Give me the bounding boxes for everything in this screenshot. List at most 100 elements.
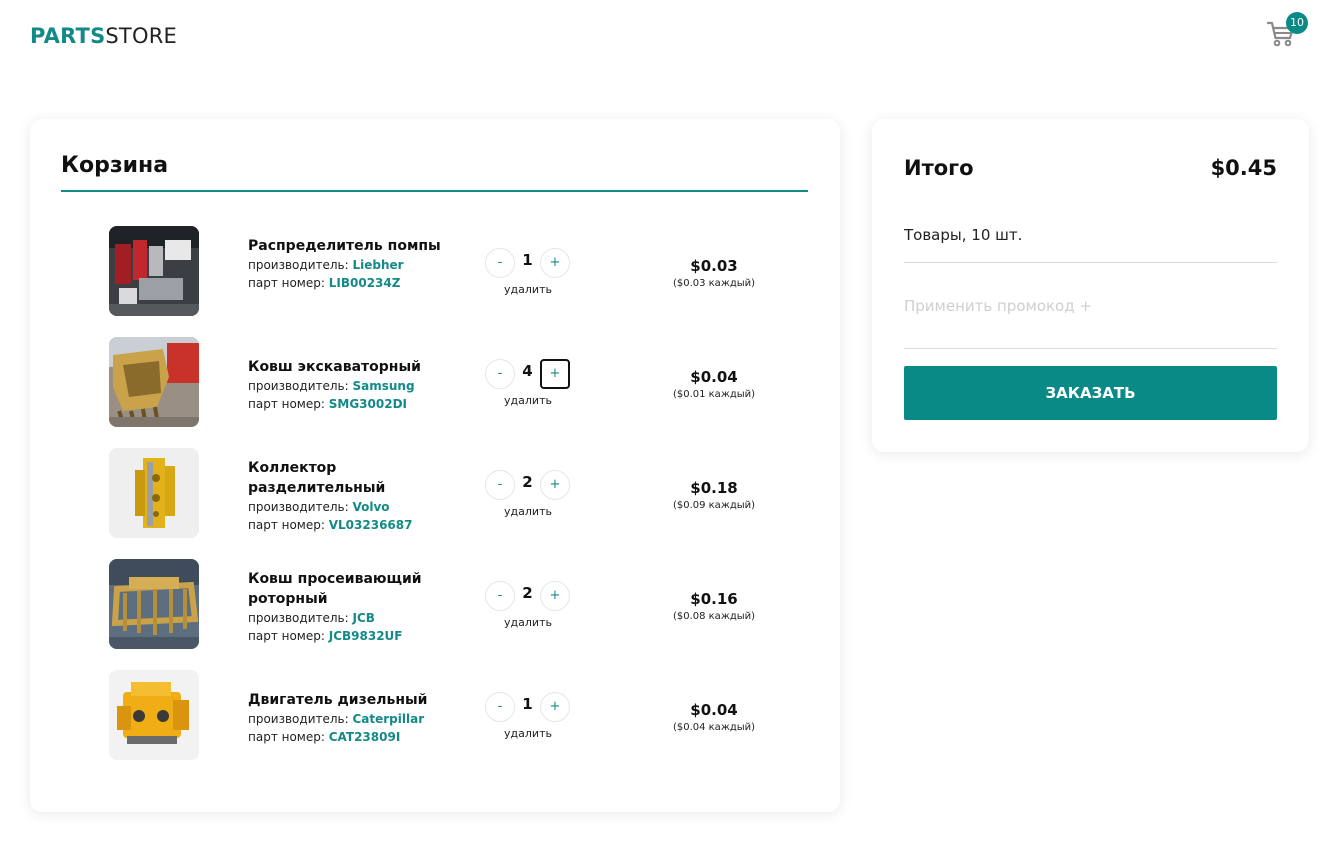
item-price: $0.04 ($0.01 каждый) [654, 367, 774, 403]
increase-quantity-button[interactable]: + [540, 470, 570, 500]
increase-quantity-button[interactable]: + [540, 359, 570, 389]
quantity-stepper: - 2 + удалить [484, 470, 572, 530]
place-order-button[interactable]: ЗАКАЗАТЬ [904, 366, 1277, 420]
item-unit-price: ($0.09 каждый) [672, 500, 756, 511]
increase-quantity-button[interactable]: + [540, 692, 570, 722]
manufacturer-label: производитель: [248, 379, 349, 393]
manufacturer-value: Samsung [352, 379, 415, 393]
header: PARTSSTORE 10 [0, 0, 1341, 74]
manufacturer-value: Liebher [352, 258, 404, 272]
decrease-quantity-button[interactable]: - [485, 359, 515, 389]
product-info: Коллектор разделительный производитель: … [248, 458, 468, 534]
quantity-stepper: - 2 + удалить [484, 581, 572, 641]
cart-title-divider [61, 190, 808, 192]
cart-item: Двигатель дизельный производитель: Cater… [30, 670, 840, 762]
part-number-label: парт номер: [248, 629, 325, 643]
item-total-price: $0.16 [690, 590, 738, 608]
part-number-value: CAT23809I [328, 730, 401, 744]
item-unit-price: ($0.04 каждый) [672, 722, 756, 733]
part-number-row: парт номер: JCB9832UF [248, 627, 468, 645]
product-info: Двигатель дизельный производитель: Cater… [248, 690, 468, 746]
product-info: Распределитель помпы производитель: Lieb… [248, 236, 468, 292]
logo-accent: PARTS [30, 24, 106, 48]
quantity-value: 1 [522, 695, 533, 713]
part-number-label: парт номер: [248, 518, 325, 532]
remove-item-link[interactable]: удалить [484, 394, 572, 407]
manufacturer-value: Caterpillar [352, 712, 425, 726]
remove-item-link[interactable]: удалить [484, 505, 572, 518]
summary-total: $0.45 [1210, 156, 1277, 180]
part-number-value: JCB9832UF [328, 629, 403, 643]
cart-item: Коллектор разделительный производитель: … [30, 448, 840, 540]
part-number-label: парт номер: [248, 397, 325, 411]
item-unit-price: ($0.01 каждый) [672, 389, 756, 400]
manufacturer-label: производитель: [248, 500, 349, 514]
item-total-price: $0.04 [690, 368, 738, 386]
item-unit-price: ($0.08 каждый) [672, 611, 756, 622]
manufacturer-row: производитель: Samsung [248, 377, 468, 395]
cart-item: Ковш экскаваторный производитель: Samsun… [30, 337, 840, 429]
divider [904, 262, 1277, 263]
product-image [109, 226, 199, 316]
item-total-price: $0.18 [690, 479, 738, 497]
item-total-price: $0.03 [690, 257, 738, 275]
apply-promo-code-link[interactable]: Применить промокод + [904, 297, 1092, 315]
cart-button[interactable]: 10 [1266, 12, 1308, 50]
decrease-quantity-button[interactable]: - [485, 692, 515, 722]
quantity-stepper: - 1 + удалить [484, 248, 572, 308]
manufacturer-row: производитель: JCB [248, 609, 468, 627]
product-name: Распределитель помпы [248, 238, 441, 254]
quantity-value: 1 [522, 251, 533, 269]
manufacturer-label: производитель: [248, 712, 349, 726]
item-total-price: $0.04 [690, 701, 738, 719]
divider [904, 348, 1277, 349]
cart-item: Ковш просеивающий роторный производитель… [30, 559, 840, 651]
part-number-row: парт номер: CAT23809I [248, 728, 468, 746]
product-image [109, 670, 199, 760]
part-number-value: VL03236687 [328, 518, 413, 532]
increase-quantity-button[interactable]: + [540, 248, 570, 278]
decrease-quantity-button[interactable]: - [485, 581, 515, 611]
item-price: $0.18 ($0.09 каждый) [654, 478, 774, 514]
quantity-stepper: - 1 + удалить [484, 692, 572, 752]
part-number-label: парт номер: [248, 276, 325, 290]
cart-count-badge: 10 [1286, 12, 1308, 34]
product-image [109, 559, 199, 649]
part-number-row: парт номер: LIB00234Z [248, 274, 468, 292]
product-name: Коллектор разделительный [248, 460, 386, 496]
manufacturer-row: производитель: Volvo [248, 498, 468, 516]
manufacturer-value: Volvo [352, 500, 390, 514]
cart-item: Распределитель помпы производитель: Lieb… [30, 226, 840, 318]
part-number-label: парт номер: [248, 730, 325, 744]
logo[interactable]: PARTSSTORE [30, 24, 177, 48]
part-number-value: SMG3002DI [328, 397, 407, 411]
remove-item-link[interactable]: удалить [484, 283, 572, 296]
cart-title: Корзина [61, 153, 169, 178]
remove-item-link[interactable]: удалить [484, 616, 572, 629]
item-price: $0.03 ($0.03 каждый) [654, 256, 774, 292]
manufacturer-value: JCB [352, 611, 375, 625]
decrease-quantity-button[interactable]: - [485, 470, 515, 500]
part-number-value: LIB00234Z [328, 276, 401, 290]
increase-quantity-button[interactable]: + [540, 581, 570, 611]
product-info: Ковш просеивающий роторный производитель… [248, 569, 468, 645]
part-number-row: парт номер: SMG3002DI [248, 395, 468, 413]
product-name: Ковш экскаваторный [248, 359, 421, 375]
item-unit-price: ($0.03 каждый) [672, 278, 756, 289]
order-summary-panel: Итого $0.45 Товары, 10 шт. Применить про… [872, 119, 1309, 452]
decrease-quantity-button[interactable]: - [485, 248, 515, 278]
item-price: $0.16 ($0.08 каждый) [654, 589, 774, 625]
quantity-value: 2 [522, 473, 533, 491]
remove-item-link[interactable]: удалить [484, 727, 572, 740]
manufacturer-row: производитель: Caterpillar [248, 710, 468, 728]
cart-panel: Корзина Распределитель помпы производите… [30, 119, 840, 812]
product-image [109, 448, 199, 538]
manufacturer-row: производитель: Liebher [248, 256, 468, 274]
item-price: $0.04 ($0.04 каждый) [654, 700, 774, 736]
manufacturer-label: производитель: [248, 611, 349, 625]
product-info: Ковш экскаваторный производитель: Samsun… [248, 357, 468, 413]
quantity-stepper: - 4 + удалить [484, 359, 572, 419]
quantity-value: 4 [522, 362, 533, 380]
part-number-row: парт номер: VL03236687 [248, 516, 468, 534]
manufacturer-label: производитель: [248, 258, 349, 272]
